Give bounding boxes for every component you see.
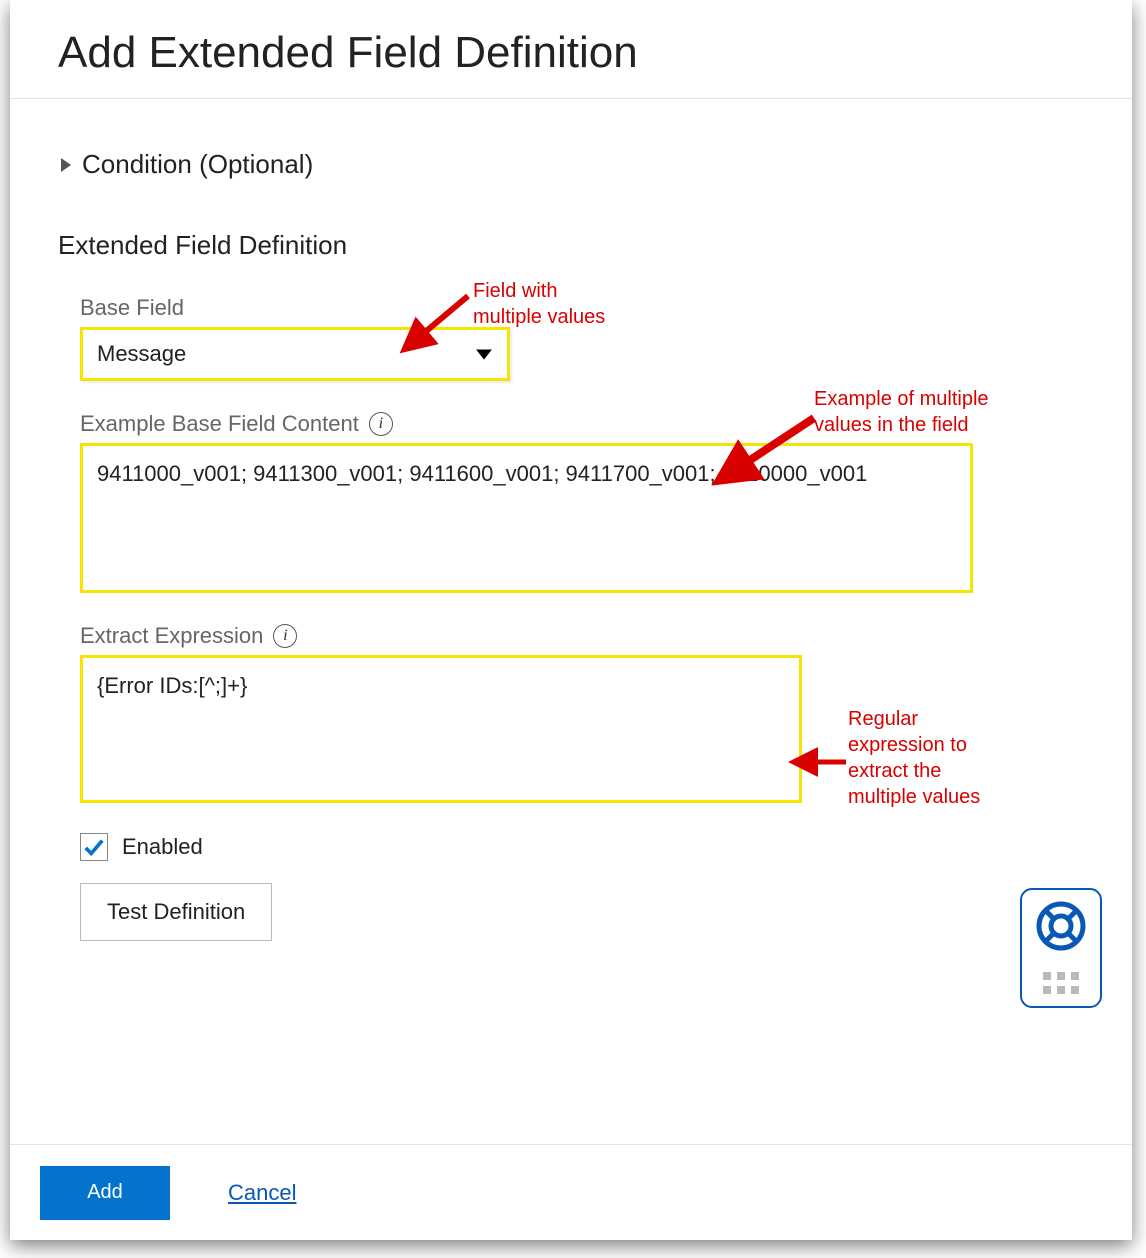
condition-label: Condition (Optional) xyxy=(82,149,313,180)
extract-expression-label: Extract Expression xyxy=(80,623,263,649)
base-field-group: Base Field Message xyxy=(80,295,1084,381)
example-content-label-row: Example Base Field Content i xyxy=(80,411,1084,437)
enabled-row: Enabled xyxy=(80,833,1084,861)
base-field-selected-value: Message xyxy=(97,341,186,367)
info-icon[interactable]: i xyxy=(273,624,297,648)
info-icon[interactable]: i xyxy=(369,412,393,436)
dialog-window: Add Extended Field Definition Condition … xyxy=(10,0,1132,1240)
base-field-label-row: Base Field xyxy=(80,295,1084,321)
chevron-right-icon xyxy=(58,157,74,173)
chevron-down-icon xyxy=(475,345,493,363)
help-widget[interactable] xyxy=(1020,888,1102,1008)
dialog-footer: Add Cancel xyxy=(10,1144,1132,1240)
dialog-header: Add Extended Field Definition xyxy=(10,0,1132,99)
dialog-body: Condition (Optional) Extended Field Defi… xyxy=(10,99,1132,961)
example-content-group: Example Base Field Content i 9411000_v00… xyxy=(80,411,1084,593)
check-icon xyxy=(83,836,105,858)
extract-expression-textarea[interactable]: {Error IDs:[^;]+} xyxy=(80,655,802,803)
section-title: Extended Field Definition xyxy=(58,230,1084,261)
condition-disclosure[interactable]: Condition (Optional) xyxy=(58,149,1084,180)
extract-expression-group: Extract Expression i {Error IDs:[^;]+} xyxy=(80,623,1084,803)
base-field-select[interactable]: Message xyxy=(80,327,510,381)
add-button[interactable]: Add xyxy=(40,1166,170,1220)
example-content-textarea[interactable]: 9411000_v001; 9411300_v001; 9411600_v001… xyxy=(80,443,973,593)
test-definition-button[interactable]: Test Definition xyxy=(80,883,272,941)
drag-handle-icon xyxy=(1043,972,1079,994)
extract-expression-label-row: Extract Expression i xyxy=(80,623,1084,649)
life-ring-icon xyxy=(1035,900,1087,952)
cancel-link[interactable]: Cancel xyxy=(228,1180,296,1206)
enabled-checkbox[interactable] xyxy=(80,833,108,861)
example-content-label: Example Base Field Content xyxy=(80,411,359,437)
enabled-label: Enabled xyxy=(122,834,203,860)
dialog-title: Add Extended Field Definition xyxy=(58,28,1084,78)
base-field-label: Base Field xyxy=(80,295,184,321)
